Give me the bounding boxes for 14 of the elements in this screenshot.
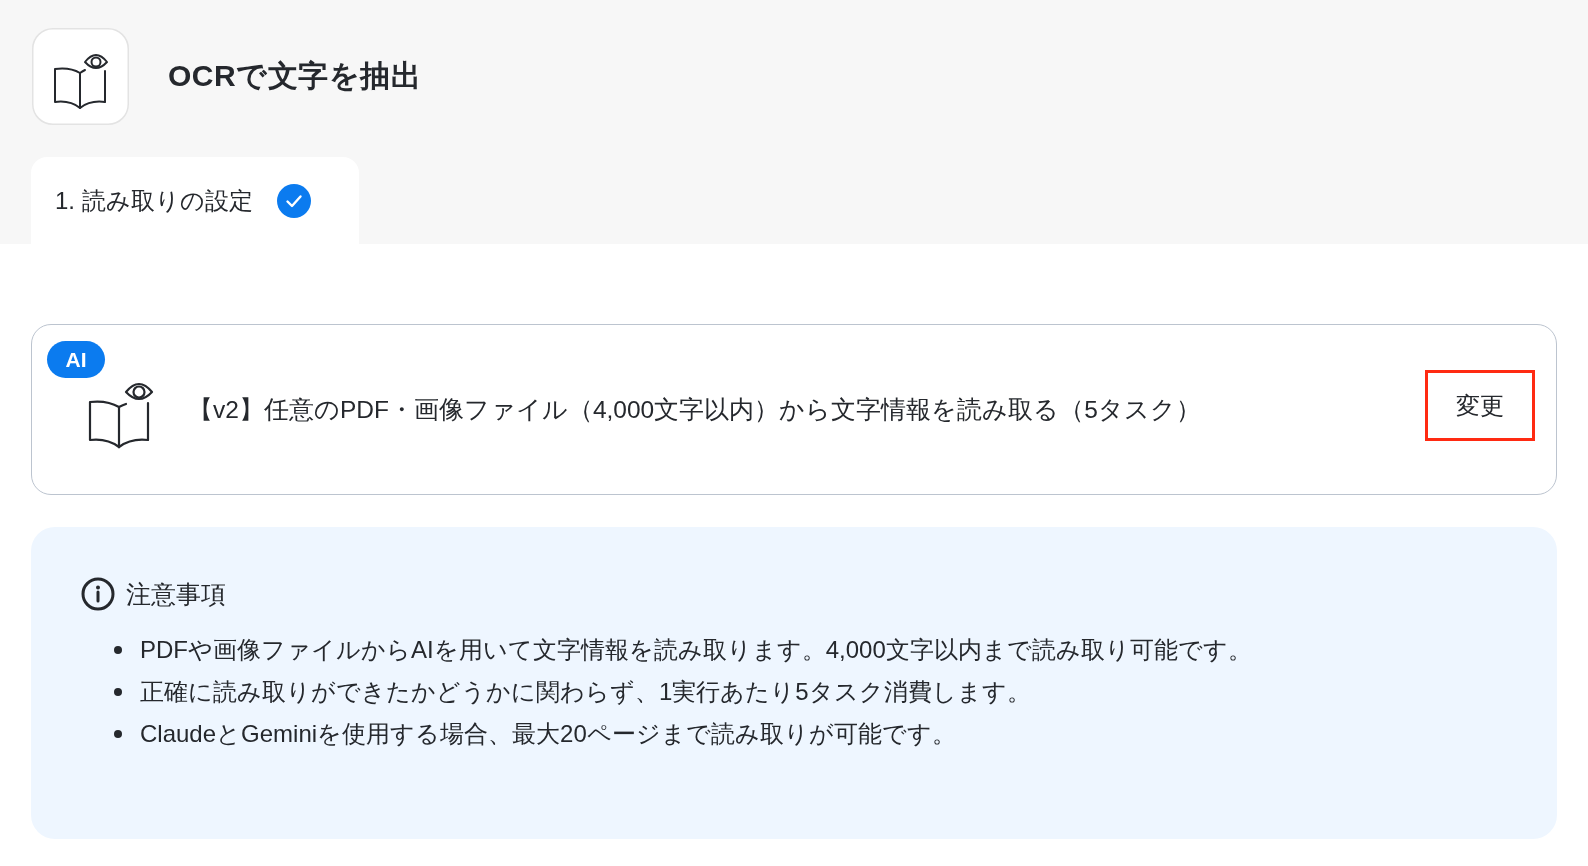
bullet-icon	[114, 730, 122, 738]
notice-item: PDFや画像ファイルからAIを用いて文字情報を読み取ります。4,000文字以内まで読み取り可能です。	[140, 635, 1252, 665]
notice-item: 正確に読み取りができたかどうかに関わらず、1実行あたり5タスク消費します。	[140, 677, 1031, 707]
bullet-icon	[114, 688, 122, 696]
book-eye-icon	[32, 28, 129, 125]
app-title: OCRで文字を抽出	[168, 58, 422, 94]
notice-title: 注意事項	[126, 578, 226, 610]
info-icon	[81, 577, 115, 611]
notice-item: ClaudeとGeminiを使用する場合、最大20ページまで読み取りが可能です。	[140, 719, 956, 749]
step-tab[interactable]: 1. 読み取りの設定	[31, 157, 359, 244]
ai-badge: AI	[47, 341, 105, 378]
action-description: 【v2】任意のPDF・画像ファイル（4,000文字以内）から文字情報を読み取る（5タスク）	[188, 395, 1202, 425]
bullet-icon	[114, 646, 122, 654]
change-button[interactable]: 変更	[1425, 370, 1535, 441]
